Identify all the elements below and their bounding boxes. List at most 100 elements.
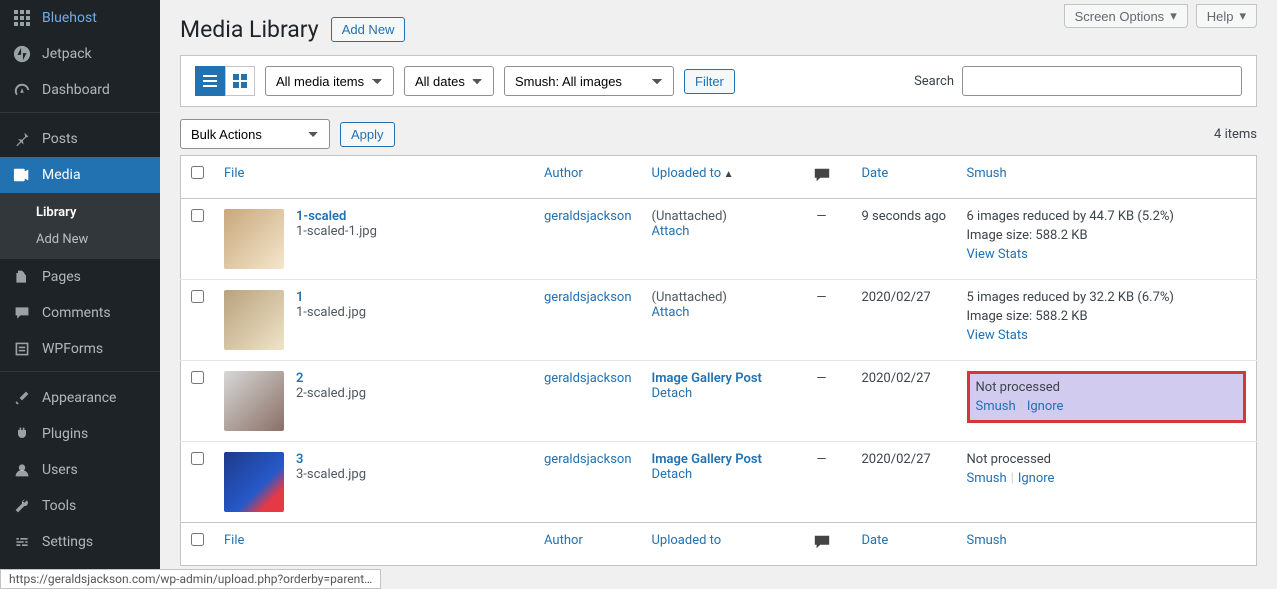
media-thumbnail[interactable]	[224, 452, 284, 512]
smush-action[interactable]: Smush	[967, 471, 1007, 486]
media-thumbnail[interactable]	[224, 290, 284, 350]
media-thumbnail[interactable]	[224, 371, 284, 431]
media-title-link[interactable]: 1-scaled	[296, 209, 346, 224]
table-row: 2 2-scaled.jpg geraldsjackson Image Gall…	[181, 361, 1257, 442]
gauge-icon	[12, 80, 32, 100]
media-title-link[interactable]: 3	[296, 452, 303, 467]
help-button[interactable]: Help	[1196, 4, 1257, 28]
smush-status: Not processed	[967, 452, 1247, 467]
col-date[interactable]: Date	[862, 166, 889, 181]
main-content: Screen Options Help Media Library Add Ne…	[160, 0, 1277, 589]
sidebar-item-label: Pages	[42, 269, 81, 285]
attach-action[interactable]: Attach	[652, 224, 690, 239]
list-view-button[interactable]	[195, 66, 225, 96]
author-link[interactable]: geraldsjackson	[544, 209, 632, 224]
sidebar-item-pages[interactable]: Pages	[0, 259, 160, 295]
page-title: Media Library	[180, 16, 319, 43]
sidebar-item-plugins[interactable]: Plugins	[0, 416, 160, 452]
apply-button[interactable]: Apply	[340, 122, 395, 147]
sliders-icon	[12, 532, 32, 552]
sidebar-item-comments[interactable]: Comments	[0, 295, 160, 331]
col-smush-footer[interactable]: Smush	[967, 533, 1007, 548]
author-link[interactable]: geraldsjackson	[544, 371, 632, 386]
smush-action[interactable]: Smush	[976, 399, 1016, 414]
pin-icon	[12, 129, 32, 149]
col-uploaded-footer[interactable]: Uploaded to	[652, 533, 722, 548]
row-checkbox[interactable]	[191, 290, 204, 303]
table-row: 1 1-scaled.jpg geraldsjackson (Unattache…	[181, 280, 1257, 361]
media-title-link[interactable]: 1	[296, 290, 303, 305]
table-row: 1-scaled 1-scaled-1.jpg geraldsjackson (…	[181, 199, 1257, 280]
sidebar-item-label: Posts	[42, 131, 78, 147]
sidebar-item-jetpack[interactable]: Jetpack	[0, 36, 160, 72]
col-file-footer[interactable]: File	[224, 533, 244, 548]
sidebar-item-label: Bluehost	[42, 10, 97, 26]
uploaded-status: (Unattached)	[652, 209, 727, 224]
col-file[interactable]: File	[224, 166, 244, 181]
grid-view-button[interactable]	[225, 66, 255, 96]
attach-action[interactable]: Detach	[652, 467, 693, 482]
plugin-icon	[12, 424, 32, 444]
sidebar-item-posts[interactable]: Posts	[0, 121, 160, 157]
uploaded-post-link[interactable]: Image Gallery Post	[652, 452, 762, 467]
row-checkbox[interactable]	[191, 371, 204, 384]
media-title-link[interactable]: 2	[296, 371, 303, 386]
col-smush[interactable]: Smush	[967, 166, 1007, 181]
uploaded-status: (Unattached)	[652, 290, 727, 305]
sidebar-item-bluehost[interactable]: Bluehost	[0, 0, 160, 36]
view-stats-link[interactable]: View Stats	[967, 328, 1028, 343]
media-filename: 2-scaled.jpg	[296, 386, 366, 401]
items-count: 4 items	[1214, 127, 1257, 142]
table-row: 3 3-scaled.jpg geraldsjackson Image Gall…	[181, 442, 1257, 523]
comments-icon[interactable]	[813, 540, 831, 555]
sidebar-item-label: Dashboard	[42, 82, 110, 98]
sidebar-item-settings[interactable]: Settings	[0, 524, 160, 560]
row-checkbox[interactable]	[191, 452, 204, 465]
sidebar-item-label: Users	[42, 462, 78, 478]
sidebar-item-users[interactable]: Users	[0, 452, 160, 488]
screen-options-button[interactable]: Screen Options	[1064, 4, 1188, 28]
sidebar-item-appearance[interactable]: Appearance	[0, 380, 160, 416]
filter-button[interactable]: Filter	[684, 69, 735, 94]
attach-action[interactable]: Attach	[652, 305, 690, 320]
search-input[interactable]	[962, 66, 1242, 96]
smush-summary: 5 images reduced by 32.2 KB (6.7%)	[967, 290, 1247, 305]
filter-smush[interactable]: Smush: All images	[504, 66, 674, 96]
add-new-button[interactable]: Add New	[331, 17, 406, 42]
attach-action[interactable]: Detach	[652, 386, 693, 401]
uploaded-post-link[interactable]: Image Gallery Post	[652, 371, 762, 386]
submenu-library[interactable]: Library	[0, 199, 160, 226]
col-uploaded[interactable]: Uploaded to	[652, 166, 734, 181]
author-link[interactable]: geraldsjackson	[544, 452, 632, 467]
ignore-action[interactable]: Ignore	[1018, 471, 1055, 486]
row-checkbox[interactable]	[191, 209, 204, 222]
media-thumbnail[interactable]	[224, 209, 284, 269]
sidebar-item-label: WPForms	[42, 341, 103, 357]
sidebar-item-wpforms[interactable]: WPForms	[0, 331, 160, 367]
sidebar-item-dashboard[interactable]: Dashboard	[0, 72, 160, 108]
select-all-checkbox-footer[interactable]	[191, 533, 204, 546]
sidebar-item-label: Appearance	[42, 390, 116, 406]
submenu-add-new[interactable]: Add New	[0, 226, 160, 253]
col-author[interactable]: Author	[544, 166, 583, 181]
col-author-footer[interactable]: Author	[544, 533, 583, 548]
author-link[interactable]: geraldsjackson	[544, 290, 632, 305]
col-date-footer[interactable]: Date	[862, 533, 889, 548]
view-switch	[195, 66, 255, 96]
sidebar-item-media[interactable]: Media	[0, 157, 160, 193]
status-url: https://geraldsjackson.com/wp-admin/uplo…	[0, 569, 381, 589]
page-icon	[12, 267, 32, 287]
bulk-actions-select[interactable]: Bulk Actions	[180, 119, 330, 149]
comments-icon[interactable]	[813, 173, 831, 188]
smush-status: Not processed	[976, 380, 1238, 395]
date-cell: 9 seconds ago	[852, 199, 957, 280]
sidebar-item-tools[interactable]: Tools	[0, 488, 160, 524]
filter-dates[interactable]: All dates	[404, 66, 494, 96]
ignore-action[interactable]: Ignore	[1027, 399, 1064, 414]
date-cell: 2020/02/27	[852, 361, 957, 442]
select-all-checkbox[interactable]	[191, 166, 204, 179]
view-stats-link[interactable]: View Stats	[967, 247, 1028, 262]
media-submenu: Library Add New	[0, 193, 160, 259]
sidebar-item-label: Tools	[42, 498, 76, 514]
filter-media-type[interactable]: All media items	[265, 66, 394, 96]
